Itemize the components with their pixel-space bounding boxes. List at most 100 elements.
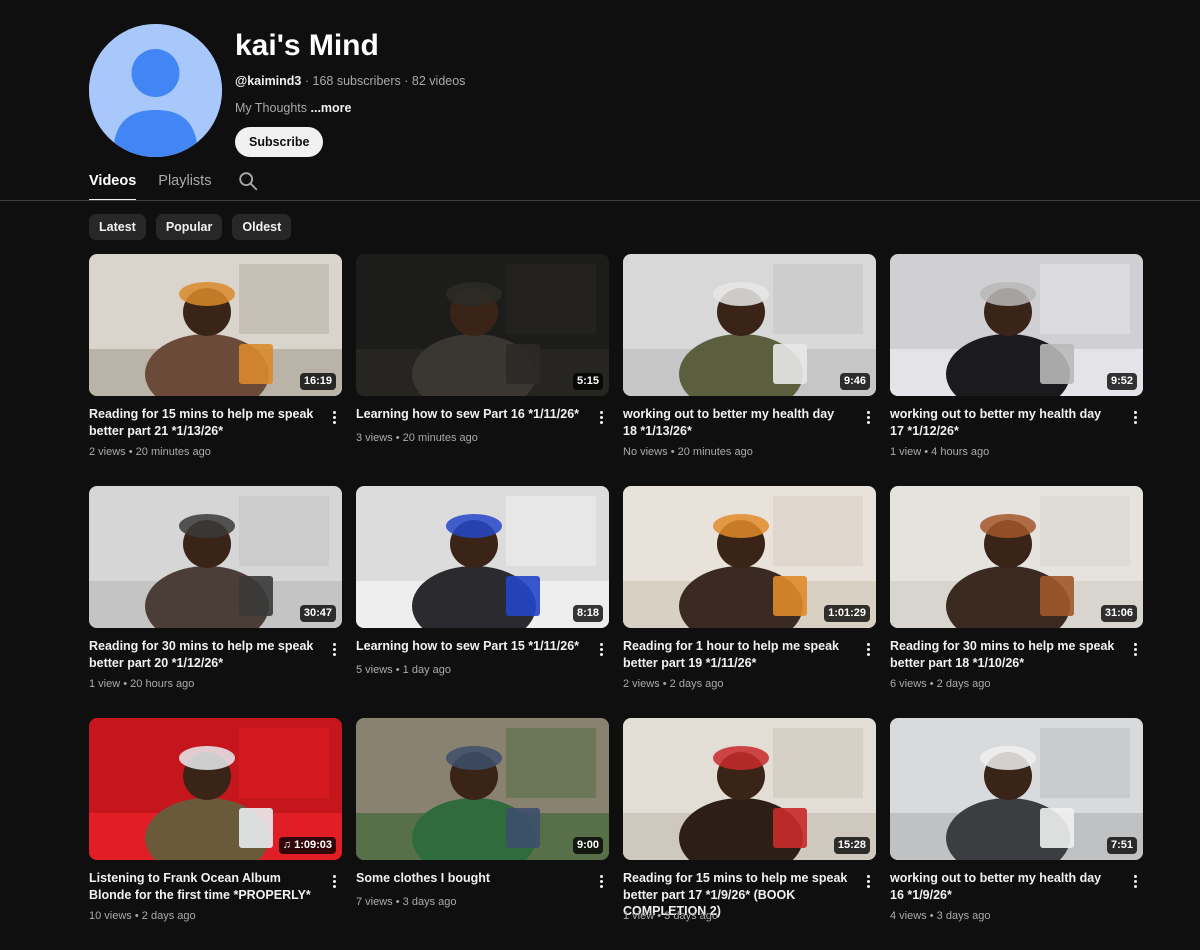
subscriber-count: 168 subscribers (312, 74, 401, 88)
duration-text: 9:46 (843, 375, 866, 387)
channel-avatar[interactable] (89, 24, 222, 157)
video-title[interactable]: Listening to Frank Ocean Album Blonde fo… (89, 870, 317, 903)
view-count: No views (623, 446, 668, 458)
video-title[interactable]: working out to better my health day 16 *… (890, 870, 1118, 903)
meta-dot: • (662, 678, 670, 690)
video-title[interactable]: Reading for 30 mins to help me speak bet… (89, 638, 317, 671)
more-options-icon[interactable] (1127, 407, 1143, 427)
thumbnail-image (890, 718, 1143, 860)
tab-playlists[interactable]: Playlists (158, 168, 211, 201)
duration-text: 31:06 (1104, 607, 1133, 619)
video-title[interactable]: working out to better my health day 18 *… (623, 406, 851, 439)
meta-separator: · (404, 74, 409, 88)
more-options-icon[interactable] (860, 407, 876, 427)
video-card[interactable]: 8:18 Learning how to sew Part 15 *1/11/2… (356, 486, 609, 718)
video-card[interactable]: 5:15 Learning how to sew Part 16 *1/11/2… (356, 254, 609, 486)
video-thumbnail[interactable]: 30:47 (89, 486, 342, 628)
meta-dot: • (395, 664, 403, 676)
upload-age: 4 hours ago (931, 446, 990, 458)
video-meta: 10 views • 2 days ago (89, 909, 196, 923)
meta-dot: • (128, 446, 136, 458)
view-count: 2 views (89, 446, 126, 458)
video-card[interactable]: 9:52 working out to better my health day… (890, 254, 1143, 486)
video-thumbnail[interactable]: 8:18 (356, 486, 609, 628)
video-grid: 16:19 Reading for 15 mins to help me spe… (89, 254, 1143, 950)
video-duration: 30:47 (299, 605, 336, 622)
video-title[interactable]: working out to better my health day 17 *… (890, 406, 1118, 439)
upload-age: 3 days ago (664, 910, 718, 922)
more-options-icon[interactable] (326, 871, 342, 891)
chip-latest[interactable]: Latest (89, 214, 146, 240)
video-duration: 15:28 (833, 837, 870, 854)
description-text: My Thoughts (235, 101, 308, 115)
duration-text: 7:51 (1110, 839, 1133, 851)
video-card[interactable]: 30:47 Reading for 30 mins to help me spe… (89, 486, 342, 718)
video-title[interactable]: Some clothes I bought (356, 870, 584, 887)
view-count: 7 views (356, 896, 393, 908)
video-duration: 5:15 (572, 373, 603, 390)
video-card[interactable]: ♫ 1:09:03 Listening to Frank Ocean Album… (89, 718, 342, 950)
upload-age: 3 days ago (936, 910, 991, 922)
video-meta: 1 view • 20 hours ago (89, 677, 194, 691)
duration-text: 30:47 (303, 607, 332, 619)
video-title[interactable]: Learning how to sew Part 15 *1/11/26* (356, 638, 584, 655)
channel-meta: @kaimind3 · 168 subscribers · 82 videos (235, 73, 465, 89)
more-options-icon[interactable] (1127, 871, 1143, 891)
video-duration: 7:51 (1106, 837, 1137, 854)
video-meta: 1 view • 4 hours ago (890, 445, 989, 459)
video-thumbnail[interactable]: 31:06 (890, 486, 1143, 628)
more-options-icon[interactable] (1127, 639, 1143, 659)
video-thumbnail[interactable]: 16:19 (89, 254, 342, 396)
meta-dot: • (134, 910, 142, 922)
more-options-icon[interactable] (593, 407, 609, 427)
channel-tabs: Videos Playlists (89, 168, 259, 201)
video-thumbnail[interactable]: 15:28 (623, 718, 876, 860)
video-title[interactable]: Reading for 15 mins to help me speak bet… (89, 406, 317, 439)
duration-text: 15:28 (837, 839, 866, 851)
search-icon[interactable] (237, 170, 259, 192)
more-options-icon[interactable] (326, 407, 342, 427)
video-title[interactable]: Learning how to sew Part 16 *1/11/26* (356, 406, 584, 423)
more-link[interactable]: ...more (311, 101, 352, 115)
tab-videos[interactable]: Videos (89, 168, 137, 201)
video-duration: 1:01:29 (824, 605, 870, 622)
chip-popular[interactable]: Popular (155, 214, 223, 240)
video-card[interactable]: 9:46 working out to better my health day… (623, 254, 876, 486)
video-thumbnail[interactable]: 7:51 (890, 718, 1143, 860)
video-title[interactable]: Reading for 1 hour to help me speak bett… (623, 638, 851, 671)
upload-age: 20 minutes ago (135, 446, 211, 458)
meta-dot: • (395, 896, 403, 908)
more-options-icon[interactable] (593, 639, 609, 659)
thumbnail-image (623, 254, 876, 396)
more-options-icon[interactable] (593, 871, 609, 891)
video-thumbnail[interactable]: ♫ 1:09:03 (89, 718, 342, 860)
video-meta: 6 views • 2 days ago (890, 677, 991, 691)
more-options-icon[interactable] (326, 639, 342, 659)
video-title[interactable]: Reading for 30 mins to help me speak bet… (890, 638, 1118, 671)
video-card[interactable]: 1:01:29 Reading for 1 hour to help me sp… (623, 486, 876, 718)
more-options-icon[interactable] (860, 871, 876, 891)
duration-text: 1:09:03 (294, 839, 332, 851)
thumbnail-image (356, 486, 609, 628)
subscribe-button[interactable]: Subscribe (235, 127, 324, 157)
video-card[interactable]: 9:00 Some clothes I bought 7 views • 3 d… (356, 718, 609, 950)
video-duration: 9:46 (839, 373, 870, 390)
video-thumbnail[interactable]: 9:00 (356, 718, 609, 860)
chip-oldest[interactable]: Oldest (232, 214, 292, 240)
video-card[interactable]: 31:06 Reading for 30 mins to help me spe… (890, 486, 1143, 718)
video-card[interactable]: 7:51 working out to better my health day… (890, 718, 1143, 950)
video-meta: 2 views • 20 minutes ago (89, 445, 211, 459)
video-meta: No views • 20 minutes ago (623, 445, 753, 459)
meta-dot: • (929, 678, 937, 690)
video-meta: 3 views • 20 minutes ago (356, 431, 478, 445)
video-card[interactable]: 15:28 Reading for 15 mins to help me spe… (623, 718, 876, 950)
video-thumbnail[interactable]: 9:46 (623, 254, 876, 396)
tabs-divider (0, 200, 1200, 201)
duration-text: 8:18 (576, 607, 599, 619)
video-thumbnail[interactable]: 1:01:29 (623, 486, 876, 628)
upload-age: 2 days ago (141, 910, 196, 922)
video-thumbnail[interactable]: 5:15 (356, 254, 609, 396)
more-options-icon[interactable] (860, 639, 876, 659)
video-thumbnail[interactable]: 9:52 (890, 254, 1143, 396)
video-card[interactable]: 16:19 Reading for 15 mins to help me spe… (89, 254, 342, 486)
